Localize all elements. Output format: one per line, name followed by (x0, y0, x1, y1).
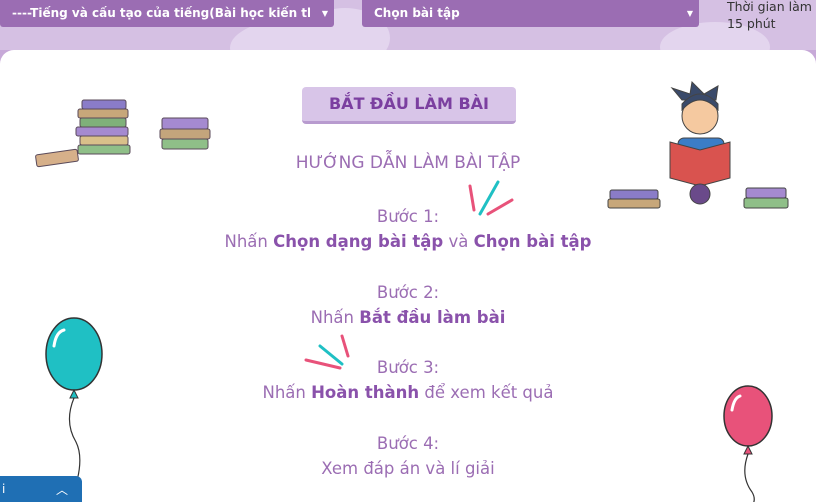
step-3-text: Nhấn Hoàn thành để xem kết quả (0, 383, 816, 402)
caret-down-icon: ▼ (321, 9, 328, 18)
step-2-text: Nhấn Bắt đầu làm bài (0, 308, 816, 327)
panel-tab-label: i (2, 482, 6, 496)
time-limit: Thời gian làm b 15 phút (727, 0, 816, 32)
boy-reading-illustration (607, 80, 789, 209)
step-3-label: Bước 3: (376, 358, 440, 377)
collapsed-panel-tab[interactable]: i ︿ (0, 476, 82, 502)
time-limit-label: Thời gian làm b (727, 0, 816, 14)
time-limit-value: 15 phút (727, 16, 776, 31)
step-text-emphasis: Bắt đầu làm bài (359, 308, 506, 327)
chevron-up-icon[interactable]: ︿ (56, 481, 68, 498)
step-text-emphasis: Hoàn thành (311, 383, 420, 402)
step-text-emphasis: Chọn dạng bài tập (273, 232, 444, 251)
step-text-part: Xem đáp án và lí giải (321, 459, 495, 478)
exercise-select[interactable]: Chọn bài tập ▼ (362, 0, 699, 27)
step-text-part: Nhấn (224, 232, 274, 251)
step-text-part: Nhấn (262, 383, 312, 402)
exercise-value: Chọn bài tập (374, 6, 460, 20)
step-2-label: Bước 2: (376, 283, 440, 302)
exercise-type-select[interactable]: ----Tiếng và cấu tạo của tiếng(Bài học k… (0, 0, 334, 27)
caret-down-icon: ▼ (686, 9, 693, 18)
start-exercise-button[interactable]: BẮT ĐẦU LÀM BÀI (302, 87, 516, 124)
guide-title: HƯỚNG DẪN LÀM BÀI TẬP (295, 153, 521, 173)
exercise-type-value: ----Tiếng và cấu tạo của tiếng(Bài học k… (12, 6, 310, 20)
step-1-label: Bước 1: (376, 207, 440, 226)
step-1-text: Nhấn Chọn dạng bài tập và Chọn bài tập (0, 232, 816, 251)
step-4-text: Xem đáp án và lí giải (0, 459, 816, 478)
step-text-emphasis: Chọn bài tập (473, 232, 592, 251)
instructions-panel: BẮT ĐẦU LÀM BÀI HƯỚNG DẪN LÀM BÀI TẬP Bư… (0, 50, 816, 502)
step-text-part: và (443, 232, 474, 251)
top-bar: ----Tiếng và cấu tạo của tiếng(Bài học k… (0, 0, 816, 78)
step-text-part: để xem kết quả (419, 383, 554, 402)
step-text-part: Nhấn (310, 308, 360, 327)
step-4-label: Bước 4: (376, 434, 440, 453)
